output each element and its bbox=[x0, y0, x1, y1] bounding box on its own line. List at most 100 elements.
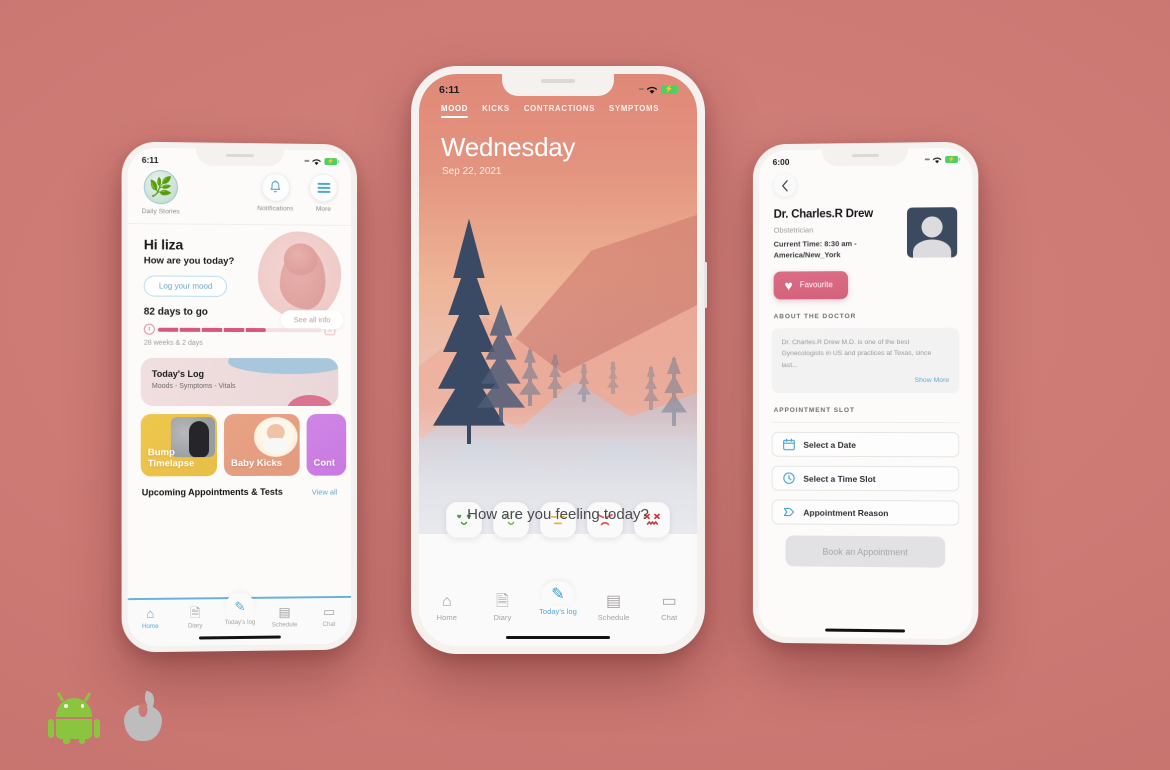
power-button[interactable] bbox=[704, 262, 707, 308]
chat-bubble-icon: ▭ bbox=[323, 605, 335, 618]
fetus-illustration: See all info bbox=[254, 225, 345, 329]
speaker-grille bbox=[852, 154, 879, 157]
upcoming-appointments-header: Upcoming Appointments & Tests View all bbox=[128, 476, 351, 498]
todays-log-subtitle: Moods - Symptoms - Vitals bbox=[152, 383, 338, 390]
book-appointment-button[interactable]: Book an Appointment bbox=[786, 536, 946, 568]
date-label: Sep 22, 2021 bbox=[442, 166, 502, 177]
tab-todays-log[interactable]: ✎ Today's log bbox=[218, 606, 263, 626]
status-time: 6:11 bbox=[142, 154, 159, 164]
favourite-button[interactable]: ♥ Favourite bbox=[774, 271, 848, 299]
right-phone-mockup: 6:00 •••• ⚡ Dr. Charles.R Drew Obstetric… bbox=[753, 142, 978, 646]
feature-tiles: Bump Timelapse Baby Kicks Cont bbox=[128, 406, 351, 476]
tab-schedule[interactable]: ▤ Schedule bbox=[586, 594, 642, 622]
more-button[interactable]: More bbox=[310, 174, 338, 213]
todays-log-title: Today's Log bbox=[152, 369, 338, 379]
select-date-field[interactable]: Select a Date bbox=[772, 432, 960, 457]
tile-label: Cont bbox=[314, 458, 335, 468]
doctor-avatar bbox=[907, 207, 957, 258]
clock-icon bbox=[783, 472, 796, 485]
status-time: 6:00 bbox=[773, 156, 790, 166]
view-all-link[interactable]: View all bbox=[312, 488, 337, 497]
wifi-icon bbox=[312, 157, 322, 165]
tab-diary[interactable]: 🗎 Diary bbox=[173, 606, 218, 630]
doctor-profile: Dr. Charles.R Drew Obstetrician Current … bbox=[759, 195, 972, 261]
pine-tree-icon bbox=[577, 362, 591, 402]
field-label: Select a Date bbox=[803, 440, 856, 450]
left-phone-mockup: 6:11 •••• ⚡ 🌿 Daily Stories Notification… bbox=[122, 141, 357, 652]
right-phone-screen: 6:00 •••• ⚡ Dr. Charles.R Drew Obstetric… bbox=[759, 148, 972, 640]
tag-icon bbox=[783, 506, 796, 519]
more-label: More bbox=[316, 206, 331, 213]
chat-bubble-icon: ▭ bbox=[662, 594, 677, 610]
log-your-mood-button[interactable]: Log your mood bbox=[144, 275, 228, 297]
tab-label: Schedule bbox=[272, 621, 298, 628]
tab-label: Home bbox=[142, 623, 159, 630]
tab-chat[interactable]: ▭ Chat bbox=[641, 594, 697, 622]
left-phone-screen: 6:11 •••• ⚡ 🌿 Daily Stories Notification… bbox=[128, 148, 351, 647]
pine-tree-icon bbox=[547, 352, 563, 398]
notifications-label: Notifications bbox=[257, 205, 293, 212]
calendar-icon bbox=[783, 438, 796, 451]
pine-tree-icon bbox=[643, 364, 659, 410]
wifi-icon bbox=[646, 85, 658, 95]
mood-tabs: MOOD KICKS CONTRACTIONS SYMPTOMS bbox=[419, 104, 697, 118]
battery-charging-icon: ⚡ bbox=[324, 158, 337, 165]
day-title: Wednesday bbox=[441, 132, 575, 163]
decorative-pink-blob bbox=[287, 395, 333, 406]
signal-dots-icon: •••• bbox=[304, 158, 308, 164]
back-button[interactable] bbox=[774, 174, 797, 197]
center-phone-mockup: 6:11 •••• ⚡ MOOD KICKS CONTRACTIONS SYMP… bbox=[411, 66, 705, 654]
appointment-reason-field[interactable]: Appointment Reason bbox=[772, 500, 960, 526]
about-doctor-card: Dr. Charles.R Drew M.D. is one of the be… bbox=[772, 327, 960, 393]
tab-kicks[interactable]: KICKS bbox=[482, 104, 510, 118]
tile-contractions[interactable]: Cont bbox=[307, 414, 347, 476]
platform-logos bbox=[48, 692, 164, 742]
notch bbox=[822, 148, 908, 166]
tab-mood[interactable]: MOOD bbox=[441, 104, 468, 118]
progress-bar bbox=[158, 327, 322, 332]
tab-label: Today's log bbox=[225, 619, 256, 626]
tile-baby-kicks[interactable]: Baby Kicks bbox=[224, 414, 300, 476]
monstera-leaf-icon: 🌿 bbox=[144, 170, 178, 204]
center-phone-screen: 6:11 •••• ⚡ MOOD KICKS CONTRACTIONS SYMP… bbox=[419, 74, 697, 646]
tab-home[interactable]: ⌂ Home bbox=[419, 594, 475, 622]
appointment-section-title: APPOINTMENT SLOT bbox=[774, 407, 973, 414]
android-logo bbox=[48, 692, 100, 742]
tile-label: Baby Kicks bbox=[231, 458, 282, 469]
tab-contractions[interactable]: CONTRACTIONS bbox=[524, 104, 595, 118]
select-time-slot-field[interactable]: Select a Time Slot bbox=[772, 466, 960, 492]
signal-dots-icon: •••• bbox=[639, 87, 643, 93]
hamburger-menu-icon bbox=[310, 174, 338, 202]
pine-tree-icon bbox=[661, 354, 687, 426]
tab-label: Chat bbox=[661, 613, 677, 622]
battery-charging-icon: ⚡ bbox=[945, 156, 958, 163]
apple-logo bbox=[122, 692, 164, 742]
tile-bump-timelapse[interactable]: Bump Timelapse bbox=[141, 414, 217, 476]
document-icon: 🗎 bbox=[496, 594, 509, 610]
divider bbox=[772, 422, 960, 423]
todays-log-card[interactable]: Today's Log Moods - Symptoms - Vitals bbox=[141, 358, 339, 406]
tab-chat[interactable]: ▭ Chat bbox=[307, 605, 351, 628]
tab-todays-log[interactable]: ✎ Today's log bbox=[530, 594, 586, 616]
pine-tree-icon bbox=[607, 360, 619, 394]
tab-home[interactable]: ⌂ Home bbox=[128, 607, 173, 631]
tab-diary[interactable]: 🗎 Diary bbox=[475, 594, 531, 622]
tile-label: Bump Timelapse bbox=[148, 448, 210, 469]
upcoming-title: Upcoming Appointments & Tests bbox=[142, 487, 283, 498]
tab-label: Schedule bbox=[598, 613, 630, 622]
signal-dots-icon: •••• bbox=[925, 157, 929, 163]
home-icon: ⌂ bbox=[442, 594, 452, 610]
notifications-button[interactable]: Notifications bbox=[257, 173, 293, 212]
pine-tree-icon bbox=[519, 346, 541, 406]
tab-schedule[interactable]: ▤ Schedule bbox=[262, 605, 306, 628]
tab-symptoms[interactable]: SYMPTOMS bbox=[609, 104, 659, 118]
daily-stories-button[interactable]: 🌿 Daily Stories bbox=[142, 170, 180, 216]
show-more-link[interactable]: Show More bbox=[782, 377, 950, 384]
status-time: 6:11 bbox=[439, 84, 459, 96]
feeling-question: How are you feeling today? bbox=[419, 506, 697, 534]
home-icon: ⌂ bbox=[146, 607, 154, 620]
field-label: Select a Time Slot bbox=[803, 473, 875, 483]
see-all-info-button[interactable]: See all info bbox=[281, 310, 344, 329]
wifi-icon bbox=[932, 156, 942, 164]
daily-stories-label: Daily Stories bbox=[142, 208, 180, 215]
